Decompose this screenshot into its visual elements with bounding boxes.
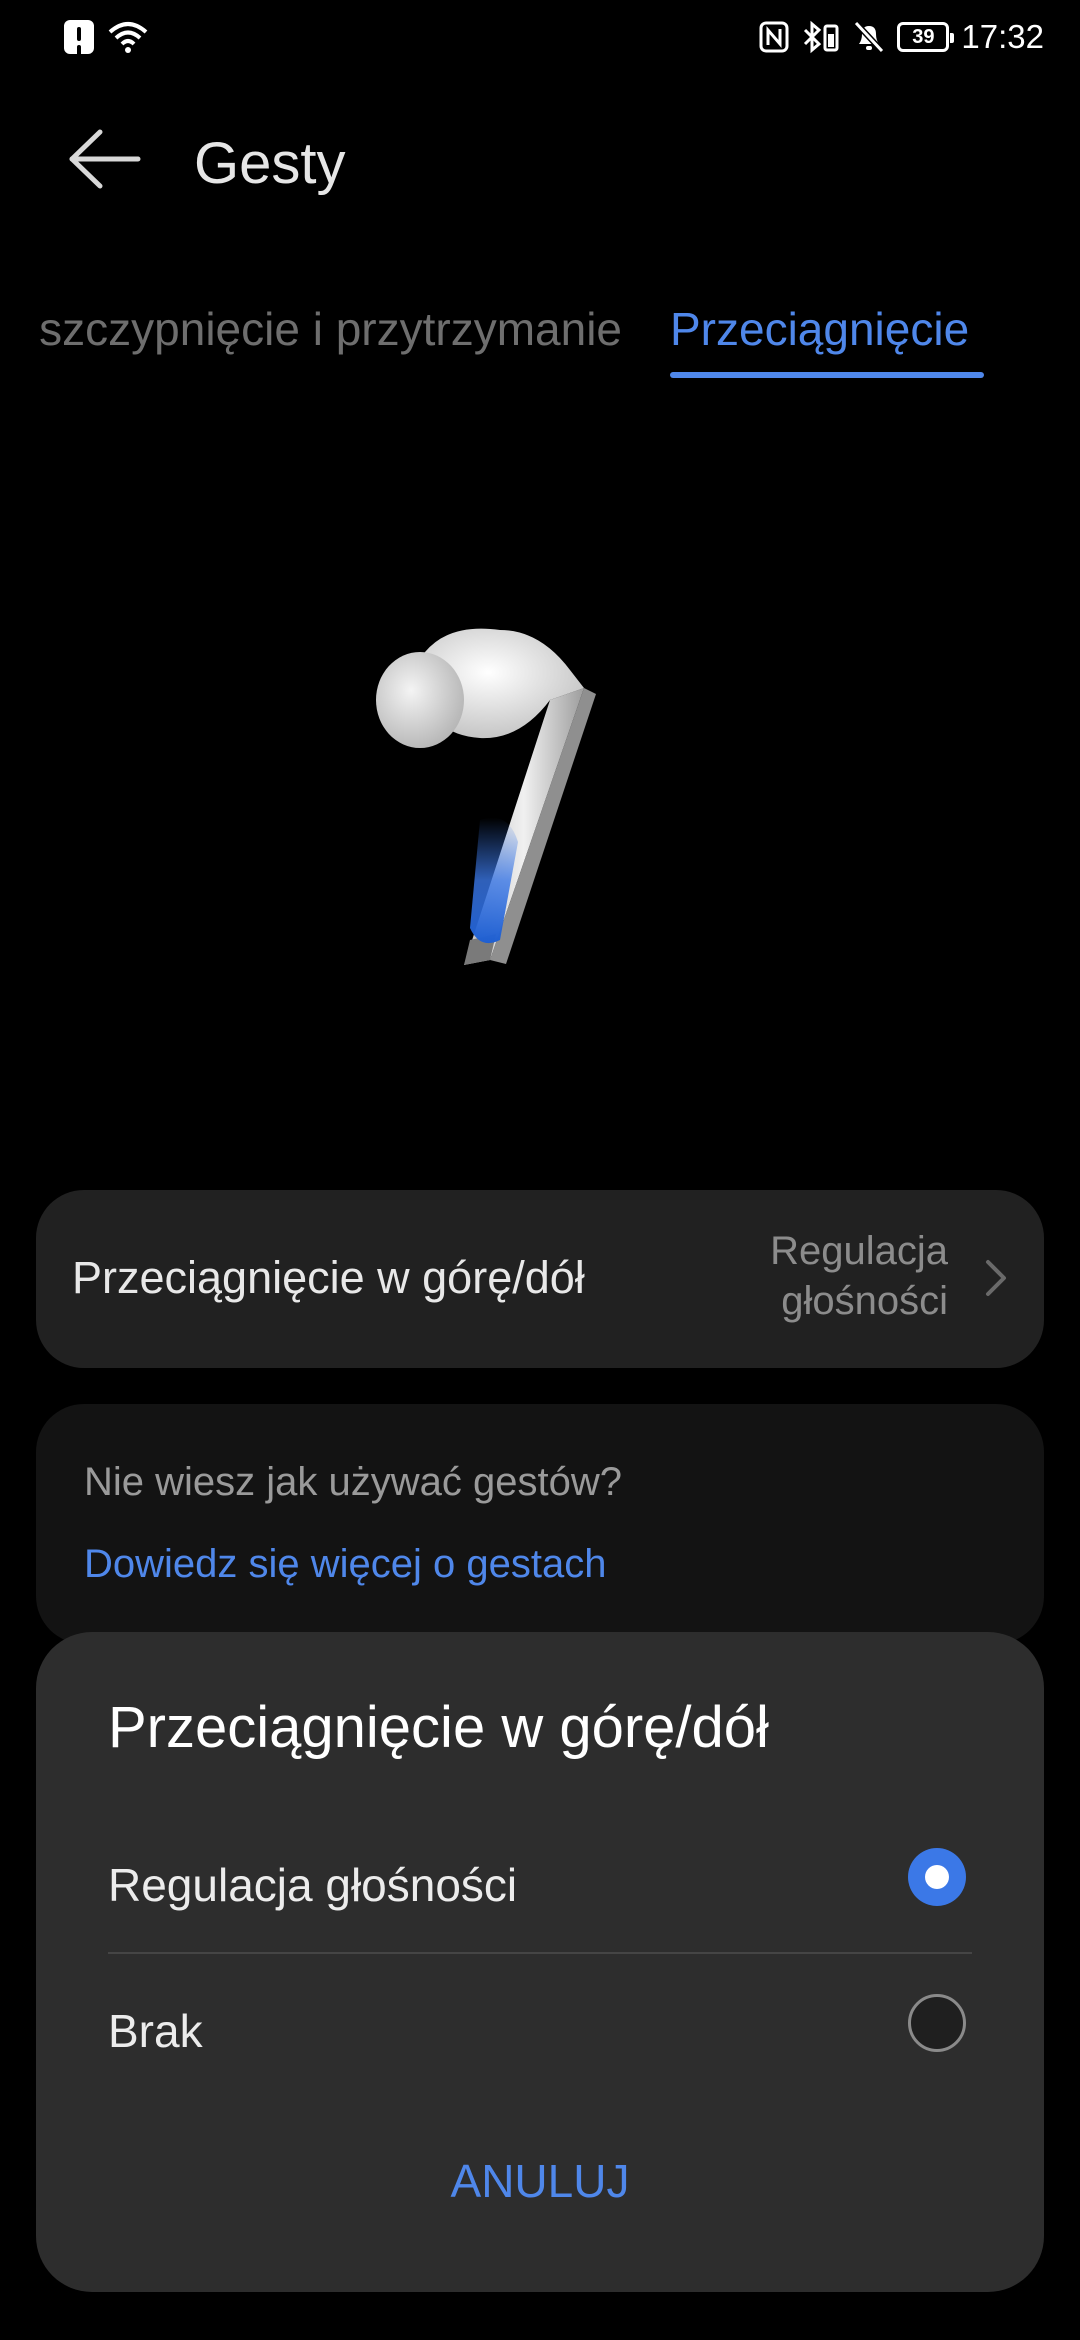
help-card: Nie wiesz jak używać gestów? Dowiedz się… xyxy=(36,1404,1044,1644)
tab-pinch-hold[interactable]: szczypnięcie i przytrzymanie xyxy=(39,302,622,356)
tab-bar: szczypnięcie i przytrzymanie Przeciągnię… xyxy=(0,292,1080,392)
radio-selected[interactable] xyxy=(908,1848,966,1906)
app-bar: Gesty xyxy=(0,100,1080,220)
battery-icon: 39 xyxy=(897,22,955,52)
option-label: Brak xyxy=(108,2005,203,2057)
learn-more-link[interactable]: Dowiedz się więcej o gestach xyxy=(84,1542,606,1587)
setting-value: Regulacja głośności xyxy=(728,1226,948,1326)
status-right: 39 17:32 xyxy=(759,18,1044,56)
option-label: Regulacja głośności xyxy=(108,1859,518,1911)
clock: 17:32 xyxy=(961,18,1044,55)
option-none[interactable]: Brak xyxy=(108,1956,972,2102)
setting-value-line2: głośności xyxy=(781,1279,948,1323)
option-volume-control[interactable]: Regulacja głośności xyxy=(108,1810,972,1956)
status-left xyxy=(64,20,148,54)
arrow-left-icon xyxy=(69,129,141,189)
mute-icon xyxy=(854,20,885,54)
radio-unselected[interactable] xyxy=(908,1994,966,2052)
earbud-illustration xyxy=(376,628,596,965)
nfc-icon xyxy=(759,21,789,53)
help-question: Nie wiesz jak używać gestów? xyxy=(84,1460,622,1504)
setting-value-line1: Regulacja xyxy=(770,1229,948,1273)
setting-label: Przeciągnięcie w górę/dół xyxy=(72,1252,585,1303)
alert-icon xyxy=(64,20,94,54)
battery-level: 39 xyxy=(912,25,935,48)
wifi-icon xyxy=(108,22,148,53)
status-bar: 39 17:32 xyxy=(0,0,1080,76)
page-title: Gesty xyxy=(194,131,346,196)
active-tab-indicator xyxy=(670,372,984,378)
back-button[interactable] xyxy=(66,126,146,192)
swipe-options-dialog: Przeciągnięcie w górę/dół Regulacja głoś… xyxy=(36,1632,1044,2292)
tab-swipe[interactable]: Przeciągnięcie xyxy=(670,302,969,356)
option-divider xyxy=(108,1952,972,1954)
cancel-button[interactable]: ANULUJ xyxy=(36,2154,1044,2208)
dialog-title: Przeciągnięcie w górę/dół xyxy=(108,1695,769,1760)
swipe-gesture-setting[interactable]: Przeciągnięcie w górę/dół Regulacja głoś… xyxy=(36,1190,1044,1368)
bluetooth-battery-icon xyxy=(804,20,839,54)
chevron-right-icon xyxy=(986,1260,1006,1296)
